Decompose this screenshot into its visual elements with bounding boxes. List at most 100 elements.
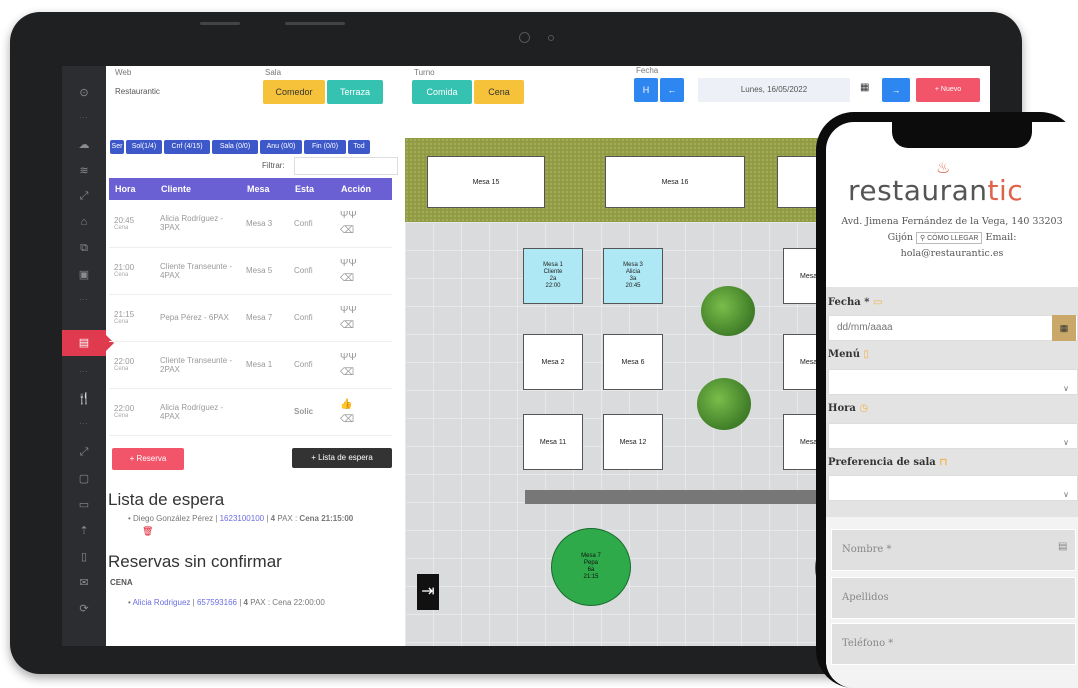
sala-terraza-button[interactable]: Terraza [327,80,383,104]
hora-select[interactable]: ∨ [828,423,1078,449]
seat-icon[interactable]: ΨΨ [340,305,357,316]
nombre-input[interactable]: Nombre * [831,529,1076,571]
today-button[interactable]: H [634,78,658,102]
column-mesa[interactable]: Mesa [241,178,289,200]
calendar-icon[interactable]: ▦ [860,82,869,93]
row-client[interactable]: Cliente Transeunte - 2PAX [155,341,241,389]
table-row[interactable]: 20:45 Cena Alicia Rodríguez - 3PAX Mesa 3… [109,200,392,248]
table-mesa-16[interactable]: Mesa 16 [605,156,745,208]
table-row[interactable]: 21:00 Cena Cliente Transeunte - 4PAX Mesa… [109,247,392,295]
telefono-input[interactable]: Teléfono * [831,623,1076,665]
erase-icon[interactable]: ⌫ [340,273,354,284]
add-reservation-button[interactable]: + Reserva [112,448,184,470]
chevron-down-icon: ∨ [1063,438,1069,447]
table-row[interactable]: 21:15 Cena Pepa Pérez - 6PAX Mesa 7 Confi… [109,294,392,342]
upload-icon[interactable]: ⇡ [62,524,106,537]
cloud-icon[interactable]: ☁ [62,138,106,151]
date-input[interactable]: Lunes, 16/05/2022 [698,78,850,102]
hora-field-label: Hora ◷ [828,403,868,414]
seat-icon[interactable]: ΨΨ [340,210,357,221]
seat-icon[interactable]: ΨΨ [340,258,357,269]
turno-cena-button[interactable]: Cena [474,80,524,104]
fecha-input[interactable]: dd/mm/aaaa [828,315,1078,341]
row-client[interactable]: Cliente Transeunte - 4PAX [155,247,241,295]
web-select[interactable]: Restaurantic [115,80,255,104]
table-mesa-2[interactable]: Mesa 2 [523,334,583,390]
erase-icon[interactable]: ⌫ [340,414,354,425]
trash-icon[interactable]: 🗑 [142,526,153,537]
table-mesa-3[interactable]: Mesa 3 Alicia 3a 20:45 [603,248,663,304]
unconfirmed-name[interactable]: Alicia Rodriguez [133,598,191,607]
filter-input[interactable] [294,157,398,175]
resize-icon[interactable]: ⤢ [62,446,106,459]
table-mesa-1[interactable]: Mesa 1 Cliente 2a 22:00 [523,248,583,304]
unconfirmed-item[interactable]: • Alicia Rodriguez | 657593166 | 4 PAX :… [128,598,398,607]
row-client[interactable]: Pepa Pérez - 6PAX [155,294,241,342]
clipboard-icon[interactable]: ▣ [62,268,106,281]
apellidos-input[interactable]: Apellidos [831,577,1076,619]
row-status: Confi [289,200,335,248]
add-waitlist-button[interactable]: + Lista de espera [292,448,392,468]
waitlist-phone[interactable]: 1623100100 [220,514,265,523]
erase-icon[interactable]: ⌫ [340,367,354,378]
menu-select[interactable]: ∨ [828,369,1078,395]
image-icon[interactable]: ▭ [62,498,106,511]
table-mesa-11[interactable]: Mesa 11 [523,414,583,470]
row-client[interactable]: Alicia Rodríguez - 4PAX [155,388,241,436]
sala-select[interactable]: ∨ [828,475,1078,501]
tab-cnf[interactable]: Cnf (4/15) [164,140,210,154]
tab-sala[interactable]: Sala (0/0) [212,140,258,154]
calendar-icon[interactable]: ▤ [62,336,106,349]
tab-sol[interactable]: Sol(1/4) [126,140,162,154]
mail-icon[interactable]: ✉ [62,576,106,589]
directions-label: CÓMO LLEGAR [927,235,979,242]
sync-icon[interactable]: ⟳ [62,602,106,615]
menu-label: Menú [828,349,860,360]
turno-comida-button[interactable]: Comida [412,80,472,104]
next-day-button[interactable]: → [882,78,910,102]
date-picker-button[interactable]: ▦ [1052,315,1076,341]
file-icon[interactable]: ▯ [62,550,106,563]
table-row[interactable]: 22:00 Cena Alicia Rodríguez - 4PAX Solic … [109,388,392,436]
home-icon[interactable]: ⌂ [62,216,106,228]
document-icon[interactable]: ▢ [62,472,106,485]
email-link[interactable]: hola@restaurantic.es [826,248,1078,259]
tab-anu[interactable]: Anu (0/0) [260,140,302,154]
column-hora[interactable]: Hora [109,178,155,200]
table-mesa-12[interactable]: Mesa 12 [603,414,663,470]
waitlist-item[interactable]: • Diego González Pérez | 1623100100 | 4 … [128,514,398,523]
table-mesa-15[interactable]: Mesa 15 [427,156,545,208]
cutlery-icon[interactable]: 🍴 [62,392,106,405]
column-cliente[interactable]: Cliente [155,178,241,200]
prev-day-button[interactable]: ← [660,78,684,102]
directions-button[interactable]: ⚲ CÓMO LLEGAR [916,232,983,244]
table-name: Mesa 1 [543,262,563,268]
row-time: 21:15 [114,310,135,319]
row-status: Solic [289,388,335,436]
table-pax: 6a [587,567,595,573]
sala-comedor-button[interactable]: Comedor [263,80,325,104]
tab-ser[interactable]: Ser [110,140,124,154]
table-mesa-6[interactable]: Mesa 6 [603,334,663,390]
new-button[interactable]: + Nuevo [916,78,980,102]
row-table [241,388,289,436]
tab-fin[interactable]: Fin (0/0) [304,140,346,154]
unconfirmed-phone[interactable]: 657593166 [197,598,237,607]
dashboard-icon[interactable]: ⊙ [62,86,106,99]
row-table: Mesa 5 [241,247,289,295]
thumbs-up-icon[interactable]: 👍 [340,399,352,410]
table-mesa-7[interactable]: Mesa 7 Pepa 6a 21:15 [551,528,631,606]
column-estado[interactable]: Esta [289,178,335,200]
restaurantic-logo: restaurantic [848,174,1023,207]
row-time: 22:00 [114,357,135,366]
table-row[interactable]: 22:00 Cena Cliente Transeunte - 2PAX Mesa… [109,341,392,389]
copy-icon[interactable]: ⧉ [62,242,106,255]
tab-tod[interactable]: Tod [348,140,370,154]
row-client[interactable]: Alicia Rodríguez - 3PAX [155,200,241,248]
unconfirmed-pax: 4 [243,598,248,607]
erase-icon[interactable]: ⌫ [340,320,354,331]
seat-icon[interactable]: ΨΨ [340,352,357,363]
erase-icon[interactable]: ⌫ [340,225,354,236]
expand-icon[interactable]: ⤢ [62,190,106,203]
analytics-icon[interactable]: ≋ [62,164,106,177]
